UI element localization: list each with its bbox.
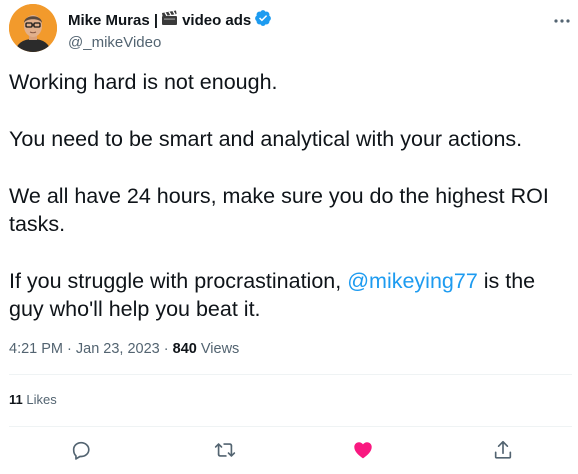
divider — [9, 374, 572, 375]
likes-label[interactable]: Likes — [23, 392, 56, 407]
author-name-suffix[interactable]: video ads — [182, 11, 251, 31]
author-handle[interactable]: @_mikeVideo — [68, 33, 272, 53]
avatar-portrait-icon — [9, 4, 57, 52]
heart-filled-icon — [354, 442, 372, 459]
tweet-date[interactable]: Jan 23, 2023 — [76, 341, 160, 357]
views-label: Views — [196, 341, 240, 357]
reply-icon — [72, 441, 90, 460]
tweet-text: Working hard is not enough. You need to … — [9, 68, 571, 352]
like-button[interactable] — [351, 438, 375, 462]
likes-count[interactable]: 11 — [9, 392, 23, 407]
retweet-button[interactable] — [213, 438, 237, 462]
author-name-row[interactable]: Mike Muras | video ads — [68, 9, 272, 33]
verified-badge-icon — [254, 9, 272, 33]
tweet-author: Mike Muras | video ads @_mikeVideo — [68, 9, 272, 53]
clapper-board-icon — [161, 10, 178, 32]
tweet-paragraph-1: Working hard is not enough. — [9, 70, 278, 94]
likes-stat[interactable]: 11 Likes — [9, 391, 57, 409]
tweet-paragraph-2: You need to be smart and analytical with… — [9, 127, 523, 151]
tweet-time[interactable]: 4:21 PM — [9, 341, 63, 357]
share-button[interactable] — [491, 438, 515, 462]
retweet-icon — [214, 443, 236, 457]
views-count: 840 — [172, 341, 197, 357]
reply-button[interactable] — [69, 438, 93, 462]
divider — [9, 426, 572, 427]
tweet-meta: 4:21 PM · Jan 23, 2023 · 840 Views — [9, 339, 239, 359]
meta-separator: · — [159, 341, 173, 357]
more-horizontal-icon[interactable] — [552, 13, 572, 23]
tweet-paragraph-3: We all have 24 hours, make sure you do t… — [9, 184, 549, 236]
mention-link[interactable]: @mikeying77 — [347, 269, 478, 293]
tweet-paragraph-4-start: If you struggle with procrastination, — [9, 269, 348, 293]
share-icon — [494, 440, 512, 459]
tweet-paragraph-4: If you struggle with procrastination, @m… — [9, 267, 571, 323]
avatar[interactable] — [9, 4, 57, 52]
author-name[interactable]: Mike Muras | — [68, 11, 158, 31]
meta-separator: · — [63, 341, 76, 357]
